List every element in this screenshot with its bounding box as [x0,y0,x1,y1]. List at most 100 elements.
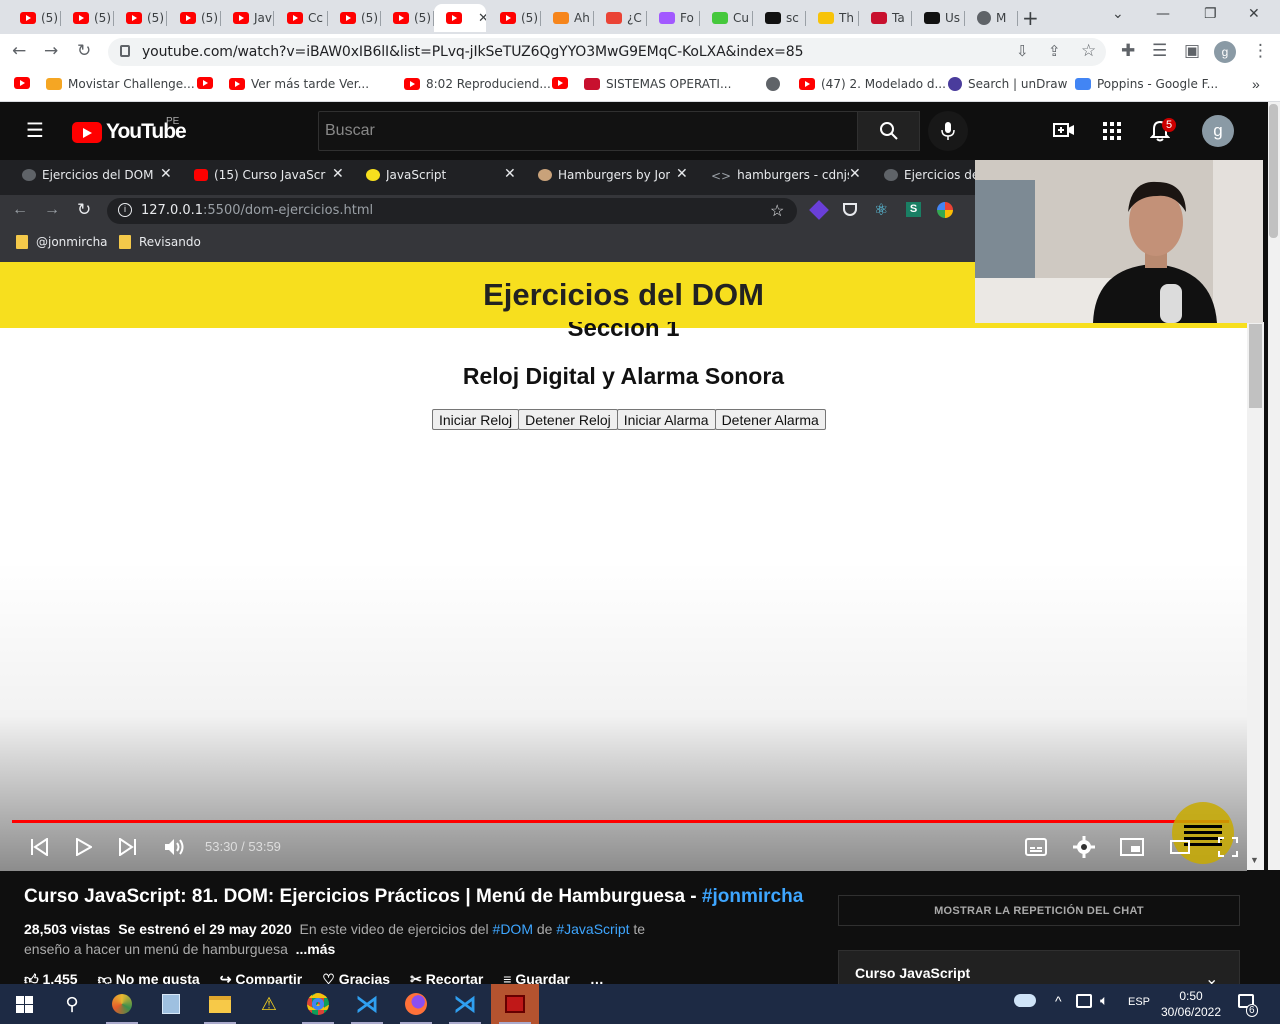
browser-tab[interactable]: (5) [8,4,61,32]
page-scroll-thumb[interactable] [1269,104,1278,238]
bookmark-item[interactable]: Movistar Challenge... [46,77,195,91]
progress-bar[interactable] [12,820,1229,823]
tray-chevron-up-icon[interactable]: ^ [1055,993,1062,1009]
browser-tab[interactable]: (5) [114,4,167,32]
hamburger-menu-icon[interactable]: ☰ [26,118,44,142]
account-avatar[interactable]: g [1202,115,1234,147]
video-description[interactable]: 28,503 vistas Se estrenó el 29 may 2020 … [24,919,824,959]
media-control-icon[interactable]: ☰ [1152,41,1167,61]
theater-mode-button[interactable] [1170,840,1190,859]
show-chat-replay-button[interactable]: MOSTRAR LA REPETICIÓN DEL CHAT [838,895,1240,926]
restore-button[interactable]: ❐ [1204,6,1217,22]
taskbar-search-icon[interactable]: ⚲ [48,984,96,1024]
browser-tab[interactable]: (5) [381,4,434,32]
settings-button[interactable] [1073,836,1095,863]
bookmark-item[interactable]: 8:02 Reproduciend... [404,77,551,91]
clip-button[interactable]: ✂ Recortar [410,971,483,985]
share-icon[interactable]: ⇪ [1048,42,1061,60]
save-button[interactable]: ≡ Guardar [503,971,570,985]
search-button[interactable] [857,111,920,151]
bookmark-item[interactable] [197,77,213,89]
minimize-button[interactable]: — [1156,6,1170,22]
bookmark-item[interactable] [14,77,30,89]
volume-button[interactable] [164,838,186,861]
taskbar-firefox-icon[interactable] [392,984,440,1024]
like-button[interactable]: 👍︎ 1.455 [24,971,78,985]
browser-tab[interactable]: Ta [859,4,912,32]
taskbar-file-explorer-icon[interactable] [196,984,244,1024]
browser-tab[interactable]: Fo [647,4,700,32]
thanks-button[interactable]: ♡ Gracias [322,971,390,985]
bookmark-star-icon[interactable]: ☆ [1081,41,1096,61]
browser-tab[interactable]: (5) [168,4,221,32]
bookmark-item[interactable] [552,77,568,89]
browser-tab[interactable]: sc [753,4,806,32]
taskbar-vscode-icon[interactable]: ⋊ [343,984,391,1024]
bookmark-item[interactable]: (47) 2. Modelado d... [799,77,946,91]
close-window-button[interactable]: ✕ [1248,6,1260,22]
browser-tab[interactable]: ¿C [594,4,647,32]
create-video-icon[interactable] [1053,121,1075,144]
dom-hashtag-link[interactable]: #DOM [493,921,533,937]
tray-volume-icon[interactable]: 🔈︎ [1100,992,1108,1009]
taskbar-app-swirl-icon[interactable] [98,984,146,1024]
browser-tab[interactable]: Th [806,4,859,32]
miniplayer-button[interactable] [1120,838,1144,861]
playlist-title[interactable]: Curso JavaScript [855,965,970,981]
bookmark-item[interactable]: Ver más tarde Ver... [229,77,369,91]
browser-tab[interactable]: ✕ [434,4,486,32]
browser-tab[interactable]: Cc [275,4,328,32]
browser-tab[interactable]: M [965,4,1018,32]
apps-grid-icon[interactable] [1103,122,1121,145]
taskbar-filezilla-icon[interactable] [491,984,539,1024]
more-actions-icon[interactable]: … [590,971,604,985]
bookmark-item[interactable]: SISTEMAS OPERATI... [584,77,731,91]
more-bookmarks-chevron[interactable]: » [1252,76,1260,92]
dislike-button[interactable]: 👎︎ No me gusta [98,971,200,985]
url-text[interactable]: youtube.com/watch?v=iBAW0xIB6lI&list=PLv… [142,44,804,60]
browser-tab[interactable]: Ah [541,4,594,32]
forward-arrow-icon[interactable]: → [44,41,58,61]
browser-tab[interactable]: Jav [221,4,274,32]
voice-search-button[interactable] [928,111,968,151]
install-app-icon[interactable]: ⇩ [1016,42,1029,60]
previous-video-button[interactable] [30,837,48,861]
side-panel-icon[interactable]: ▣ [1184,41,1200,61]
search-input[interactable] [318,111,858,151]
taskbar-clock[interactable]: 0:50 30/06/2022 [1158,988,1224,1020]
onedrive-cloud-icon[interactable] [1014,994,1036,1007]
bookmark-item[interactable] [766,77,780,91]
fullscreen-button[interactable] [1218,837,1238,862]
back-arrow-icon[interactable]: ← [12,41,26,61]
channel-hashtag-link[interactable]: #jonmircha [702,886,803,907]
subtitles-button[interactable] [1025,838,1047,861]
browser-tab[interactable]: (5) [328,4,381,32]
browser-tab[interactable]: Cu [700,4,753,32]
extensions-puzzle-icon[interactable]: ✚ [1121,41,1135,61]
tray-network-icon[interactable] [1076,994,1092,1008]
new-tab-button[interactable]: + [1022,6,1039,30]
browser-tab[interactable]: Us [912,4,965,32]
browser-tab[interactable]: (5) [61,4,114,32]
taskbar-cube-app-icon[interactable] [147,984,195,1024]
javascript-hashtag-link[interactable]: #JavaScript [556,921,629,937]
chrome-menu-icon[interactable]: ⋮ [1252,41,1269,61]
input-language[interactable]: ESP [1128,996,1150,1008]
browser-tab[interactable]: (5) [488,4,541,32]
tab-search-chevron-icon[interactable]: ⌄ [1112,6,1124,22]
video-browser-tab: Hamburgers by Jona [538,168,670,182]
next-video-button[interactable] [119,837,137,861]
profile-avatar[interactable]: g [1214,41,1236,63]
close-tab-icon[interactable]: ✕ [478,11,486,26]
show-more-link[interactable]: ...más [296,941,336,957]
taskbar-vscode-2-icon[interactable]: ⋊ [441,984,489,1024]
bookmark-item[interactable]: Poppins - Google F... [1075,77,1218,91]
start-button[interactable] [0,984,48,1024]
bookmark-item[interactable]: Search | unDraw [948,77,1067,91]
share-button[interactable]: ↪ Compartir [220,971,303,985]
taskbar-chrome-icon[interactable] [294,984,342,1024]
youtube-icon [404,78,420,90]
reload-icon[interactable]: ↻ [77,41,91,61]
taskbar-warning-app-icon[interactable]: ⚠ [245,984,293,1024]
play-button[interactable] [76,837,94,861]
